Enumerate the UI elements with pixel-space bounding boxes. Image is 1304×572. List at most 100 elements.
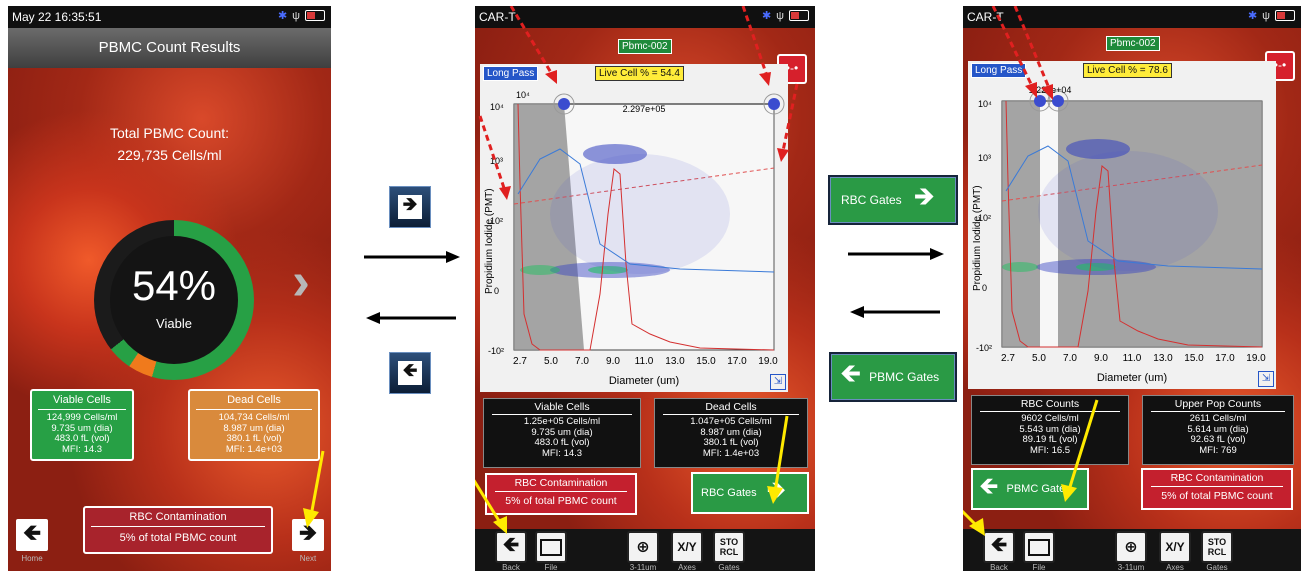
left-arrow-icon: 🡸 [398,360,422,385]
axis-settings-icon[interactable]: ⇲ [1258,371,1274,387]
rbc-contamination-card: RBC Contamination 5% of total PBMC count [83,506,273,554]
x-axis-label: Diameter (um) [1097,372,1167,384]
forward-arrow [364,251,460,263]
viability-donut: 54% Viable [94,220,254,380]
axes-button[interactable]: X/Y [1159,531,1191,563]
viability-label: Viable [156,316,192,331]
rbc-gates-nav-label: RBC Gates [841,193,902,207]
x-tick-label: 2.7 [1001,353,1015,364]
x-tick-label: 11.0 [1123,353,1142,364]
pbmc-gates-nav-button[interactable]: 🡸 PBMC Gates [829,352,957,402]
axes-label: Axes [1166,563,1184,571]
svg-text:-10²: -10² [976,343,992,353]
yellow-arrow-annotation [303,450,325,528]
back-nav-button[interactable]: 🡸 [389,352,431,394]
bluetooth-icon: ✱ [277,10,288,22]
x-tick-label: 11.0 [635,356,654,367]
viable-card-line: 124,999 Cells/ml [46,412,118,423]
right-arrow-icon: 🡺 [398,194,422,219]
x-tick-label: 7.0 [575,356,589,367]
status-bar: May 22 16:35:51 ✱ ψ [8,6,331,28]
x-ticks: 2.7 5.0 7.0 9.0 11.0 13.0 15.0 17.0 19.0 [513,356,778,367]
red-dashed-annotations [478,6,799,200]
left-arrow-icon: 🡸 [840,358,862,388]
rbc-card-title: RBC Contamination [91,508,265,527]
back-label: Back [502,563,520,571]
right-arrow-icon: 🡺 [913,181,935,211]
battery-icon [305,10,325,21]
back-arrow [850,306,940,318]
yellow-arrow-annotations [963,399,1099,536]
svg-text:10³: 10³ [978,153,991,163]
forward-arrow [848,248,944,260]
total-count-value: 229,735 Cells/ml [117,147,222,163]
rbc-value: 5% of total PBMC count [1161,490,1273,502]
red-dashed-annotations [991,6,1053,100]
x-tick-label: 15.0 [1184,353,1204,364]
rbc-title: RBC Contamination [1151,470,1283,487]
total-count-label: Total PBMC Count: [109,125,230,141]
home-label: Home [21,554,43,563]
x-tick-label: 2.7 [513,356,527,367]
x-tick-label: 13.0 [665,356,685,367]
pbmc-results-screen: May 22 16:35:51 ✱ ψ PBMC Count Results To… [8,6,331,571]
gates-label: Gates [1206,563,1228,571]
x-tick-label: 19.0 [1246,353,1266,364]
status-time: May 22 16:35:51 [12,10,102,24]
zoom-in-icon: ⊕ [1124,539,1138,556]
x-tick-label: 13.0 [1153,353,1173,364]
axis-settings-icon[interactable]: ⇲ [770,374,786,390]
back-label: Back [990,563,1008,571]
rbc-gates-nav-button[interactable]: RBC Gates 🡺 [828,175,958,225]
zoom-label: 3-11um [1117,563,1145,571]
upper-pop-line: MFI: 769 [1199,444,1237,456]
file-label: File [1032,563,1046,571]
rbc-contamination-box: RBC Contamination 5% of total PBMC count [1141,468,1293,510]
zoom-label: 3-11um [629,563,657,571]
forward-nav-button[interactable]: 🡺 [389,186,431,228]
x-tick-label: 5.0 [544,356,558,367]
next-chevron-icon[interactable]: › [292,250,310,312]
upper-pop-line: 92.63 fL (vol) [1190,434,1246,445]
home-button[interactable]: 🡸 [16,519,48,551]
svg-text:-10²: -10² [488,346,504,356]
viable-cells-card: Viable Cells 124,999 Cells/ml 9.735 um (… [30,389,134,461]
x-tick-label: 17.0 [727,356,747,367]
gates-store-recall-button[interactable]: STO RCL [1201,531,1233,563]
x-tick-label: 17.0 [1215,353,1235,364]
dead-card-title: Dead Cells [196,391,312,410]
viability-percent: 54% [131,262,217,309]
zoom-button[interactable]: ⊕ [1115,531,1147,563]
dead-card-line: 380.1 fL (vol) [226,433,282,444]
viable-card-line: MFI: 14.3 [61,443,103,455]
upper-pop-line: 2611 Cells/ml [1189,413,1247,424]
rbc-gate-plot-screen: CAR-T ✱ ψ Pbmc-002 •-• Long Pass Live Cel… [963,6,1301,571]
x-tick-label: 7.0 [1063,353,1077,364]
pbmc-gates-nav-label: PBMC Gates [869,370,940,384]
back-arrow [366,312,456,324]
viable-card-line: 483.0 fL (vol) [54,433,110,444]
plot-canvas: 10⁴ 10³ 10² 0 -10² Propidium Iodide (PMT… [972,85,1266,384]
sto-label: STO [1207,537,1227,547]
y-axis-label: Propidium Iodide (PMT) [972,185,983,291]
x-tick-label: 15.0 [696,356,716,367]
x-tick-label: 5.0 [1032,353,1046,364]
gates-label: Gates [718,563,740,571]
scatter-plot[interactable]: Long Pass Live Cell % = 78.6 10⁴ 10³ 10²… [968,61,1276,389]
x-tick-label: 9.0 [606,356,620,367]
yellow-arrow-annotations [475,415,789,534]
car-t-plot-screen: CAR-T ✱ ψ Pbmc-002 •-• Long Pass Live Cel… [475,6,815,571]
rbc-card-value: 5% of total PBMC count [119,532,237,544]
x-tick-label: 19.0 [758,356,778,367]
upper-pop-counts-table: Upper Pop Counts 2611 Cells/ml 5.614 um … [1142,395,1294,465]
usb-icon: ψ [292,9,300,22]
file-label: File [544,563,558,571]
x-ticks: 2.7 5.0 7.0 9.0 11.0 13.0 15.0 17.0 19.0 [1001,353,1266,364]
next-label: Next [299,554,317,563]
page-title: PBMC Count Results [8,28,331,68]
x-axis-label: Diameter (um) [609,375,679,387]
rcl-label: RCL [1207,547,1227,557]
dead-card-line: 104,734 Cells/ml [218,412,290,423]
upper-pop-title: Upper Pop Counts [1151,396,1285,412]
axes-label: Axes [678,563,696,571]
